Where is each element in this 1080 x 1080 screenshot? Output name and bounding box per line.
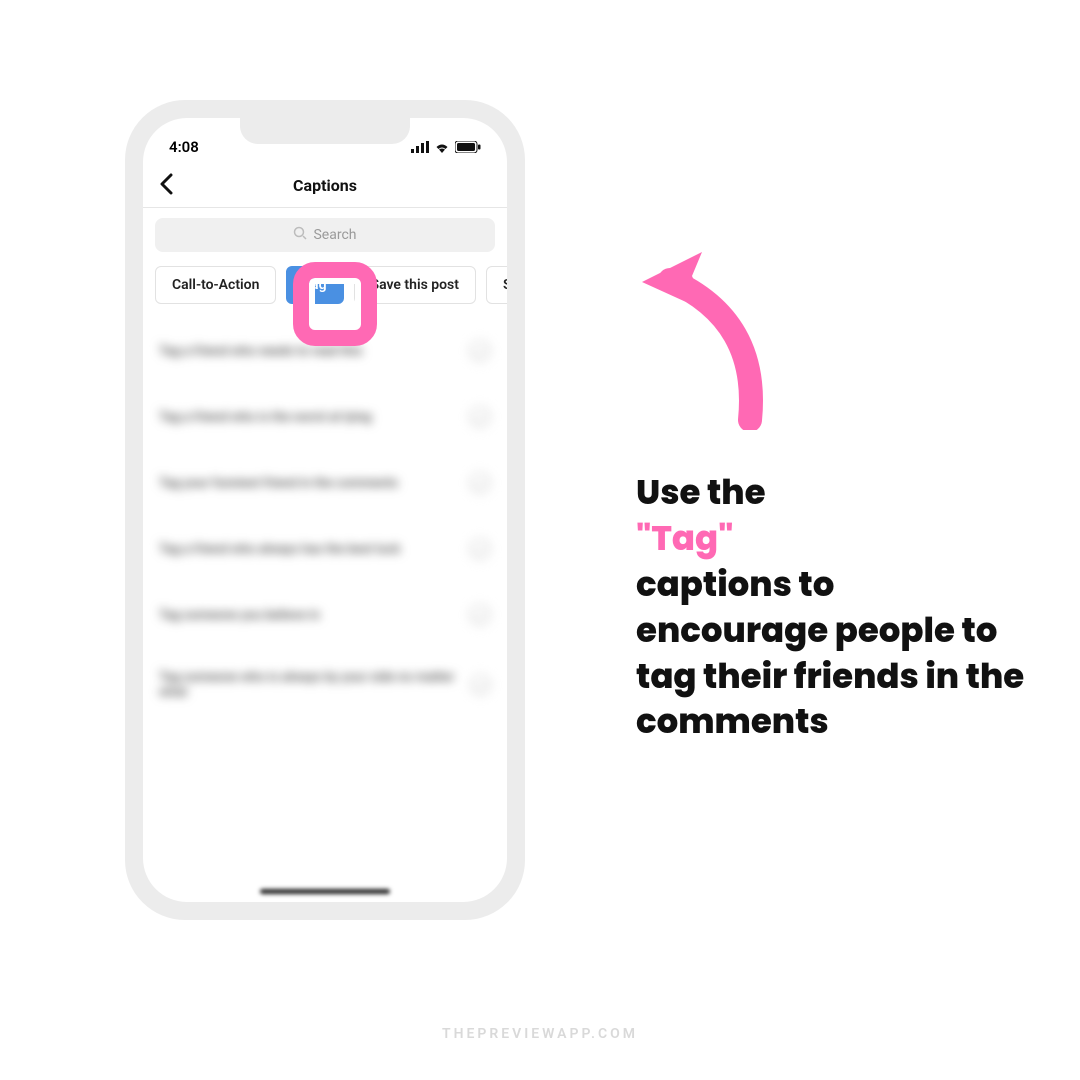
search-input[interactable]: Search: [155, 218, 495, 252]
watermark: THEPREVIEWAPP.COM: [442, 1026, 638, 1042]
annotation-rest: captions to encourage people to tag thei…: [636, 560, 1024, 746]
list-item[interactable]: Tag someone who is always by your side n…: [159, 648, 491, 722]
signal-icon: [411, 141, 429, 153]
status-time: 4:08: [169, 138, 199, 156]
wifi-icon: [434, 141, 450, 153]
list-item[interactable]: Tag your funniest friend in the comments: [159, 450, 491, 516]
search-placeholder: Search: [313, 227, 356, 243]
list-item[interactable]: Tag a friend who is the worst at lying: [159, 384, 491, 450]
check-icon: [469, 406, 491, 428]
status-icons: [411, 141, 481, 153]
check-icon: [469, 340, 491, 362]
list-item[interactable]: Tag a friend who needs to read this: [159, 318, 491, 384]
search-icon: [293, 226, 307, 244]
list-item[interactable]: Tag someone you believe in: [159, 582, 491, 648]
chip-tag[interactable]: Tag: [286, 266, 343, 304]
annotation-line1: Use the: [636, 468, 766, 516]
check-icon: [469, 604, 491, 626]
phone-notch: [240, 118, 410, 144]
check-icon: [470, 674, 491, 696]
caption-list: Tag a friend who needs to read this Tag …: [143, 318, 507, 722]
battery-icon: [455, 141, 481, 153]
check-icon: [469, 538, 491, 560]
category-chips: Call-to-Action Tag Save this post Share …: [143, 252, 507, 318]
phone-mockup: 4:08 Captions Searc: [125, 100, 525, 920]
nav-title: Captions: [293, 176, 357, 195]
list-item[interactable]: Tag a friend who always has the best luc…: [159, 516, 491, 582]
back-button[interactable]: [159, 173, 173, 199]
check-icon: [469, 472, 491, 494]
chip-share-this[interactable]: Share this p: [486, 266, 507, 304]
annotation-text: Use the "Tag" captions to encourage peop…: [636, 470, 1026, 745]
chip-call-to-action[interactable]: Call-to-Action: [155, 266, 276, 304]
home-indicator[interactable]: [260, 889, 390, 894]
phone-screen: 4:08 Captions Searc: [143, 118, 507, 902]
annotation-highlight: "Tag": [636, 514, 733, 562]
chip-save-this-post[interactable]: Save this post: [354, 266, 476, 304]
nav-bar: Captions: [143, 164, 507, 208]
annotation-arrow-icon: [630, 240, 800, 434]
